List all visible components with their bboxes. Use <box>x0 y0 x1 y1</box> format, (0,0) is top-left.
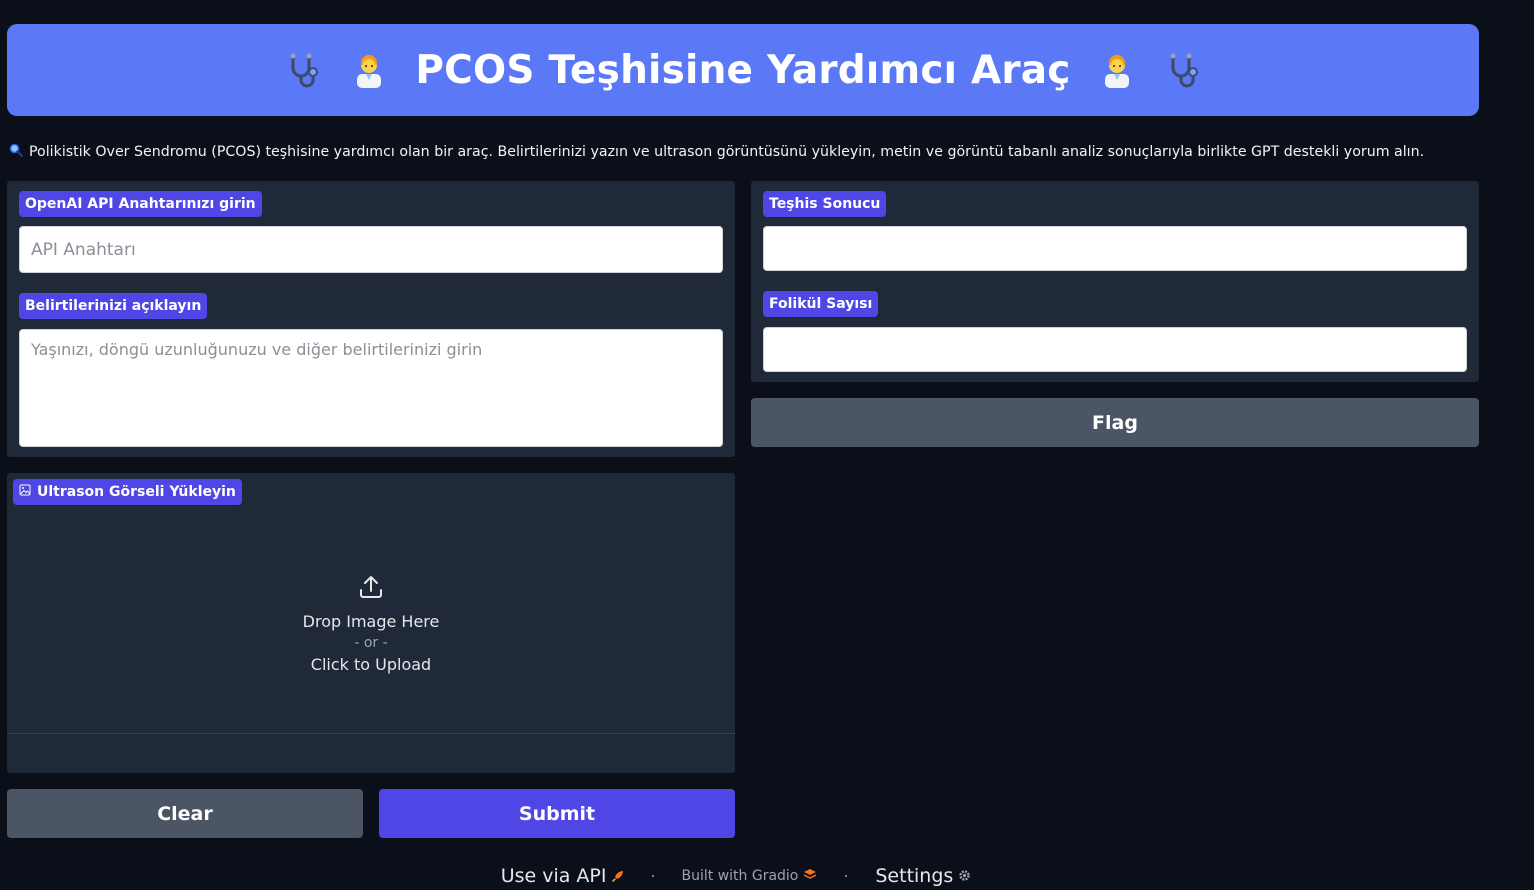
stethoscope-icon <box>283 50 323 90</box>
footer-separator <box>651 875 654 877</box>
click-upload-text: Click to Upload <box>310 655 432 674</box>
built-with-gradio-text: Built with Gradio <box>681 868 799 884</box>
description-text: Polikistik Over Sendromu (PCOS) teşhisin… <box>29 144 1425 160</box>
image-dropzone[interactable]: Drop Image Here - or - Click to Upload <box>7 515 735 733</box>
settings-link[interactable]: Settings <box>875 865 971 887</box>
page-title: PCOS Teşhisine Yardımcı Araç <box>415 47 1071 93</box>
header-title-row: PCOS Teşhisine Yardımcı Araç <box>283 48 1202 93</box>
flag-button[interactable]: Flag <box>751 398 1479 447</box>
api-key-input[interactable] <box>19 226 723 273</box>
symptoms-textarea[interactable] <box>19 329 723 447</box>
follicle-count-label-text: Folikül Sayısı <box>769 296 873 312</box>
header-banner: PCOS Teşhisine Yardımcı Araç <box>7 24 1479 116</box>
app-description: Polikistik Over Sendromu (PCOS) teşhisin… <box>9 143 1424 161</box>
symptoms-label-text: Belirtilerinizi açıklayın <box>25 298 202 314</box>
built-with-gradio-link[interactable]: Built with Gradio <box>682 868 818 884</box>
footer: Use via API Built with Gradio Settings <box>0 862 1472 890</box>
magnifier-icon <box>9 143 24 161</box>
gear-icon <box>958 865 971 887</box>
api-key-label-text: OpenAI API Anahtarınızı girin <box>25 196 256 212</box>
symptoms-label: Belirtilerinizi açıklayın <box>19 293 208 319</box>
health-worker-icon <box>1097 50 1137 90</box>
follicle-count-output <box>763 327 1467 372</box>
footer-separator <box>845 875 848 877</box>
image-upload-label: Ultrason Görseli Yükleyin <box>13 479 242 505</box>
diagnosis-label: Teşhis Sonucu <box>763 191 887 217</box>
submit-button[interactable]: Submit <box>379 789 735 838</box>
stethoscope-icon <box>1163 50 1203 90</box>
image-icon <box>19 479 31 505</box>
gradio-logo-icon <box>803 868 817 884</box>
health-worker-icon <box>349 50 389 90</box>
drop-image-text: Drop Image Here <box>302 612 440 631</box>
diagnosis-output <box>763 226 1467 271</box>
or-divider-text: - or - <box>354 635 388 651</box>
image-upload-label-text: Ultrason Görseli Yükleyin <box>37 484 236 500</box>
use-via-api-link[interactable]: Use via API <box>501 865 624 887</box>
clear-button[interactable]: Clear <box>7 789 363 838</box>
api-key-label: OpenAI API Anahtarınızı girin <box>19 191 262 217</box>
settings-text: Settings <box>875 865 954 887</box>
use-via-api-text: Use via API <box>500 865 607 887</box>
upload-icon <box>358 574 384 604</box>
rocket-icon <box>611 865 624 887</box>
follicle-count-label: Folikül Sayısı <box>763 291 879 317</box>
diagnosis-label-text: Teşhis Sonucu <box>769 196 881 212</box>
upload-divider <box>7 733 735 734</box>
